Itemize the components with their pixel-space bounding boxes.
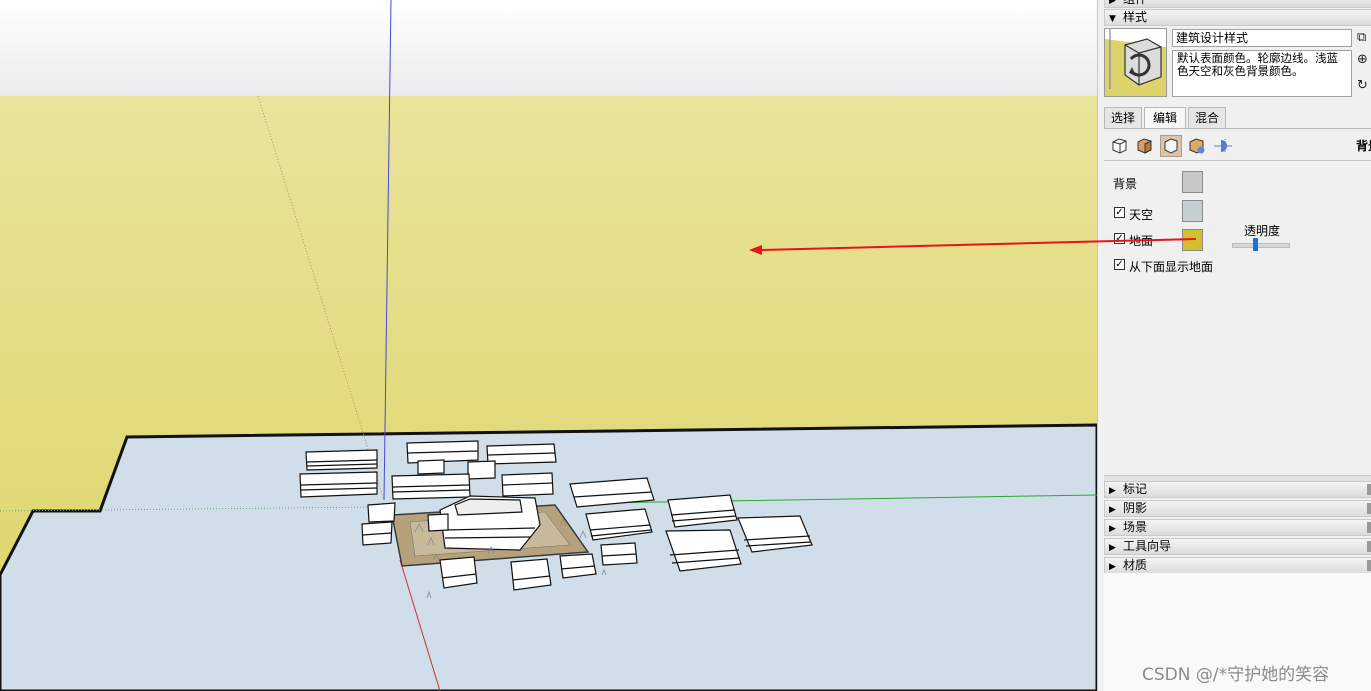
update-style-icon[interactable]: ⊕ bbox=[1357, 52, 1371, 68]
tray-label: 样式 bbox=[1123, 10, 1148, 24]
expand-triangle-icon: ▶ bbox=[1109, 505, 1116, 515]
show-ground-below-label: 从下面显示地面 bbox=[1129, 260, 1214, 274]
ground-color-swatch[interactable] bbox=[1182, 229, 1203, 251]
watermark-text: CSDN @/*守护她的笑容 bbox=[1142, 665, 1330, 685]
expand-triangle-icon: ▶ bbox=[1109, 543, 1116, 553]
tags-tray-header[interactable]: ▶ 标记 bbox=[1104, 481, 1371, 498]
edge-settings-icon[interactable] bbox=[1109, 135, 1131, 157]
shadows-tray-header[interactable]: ▶ 阴影 bbox=[1104, 500, 1371, 517]
expand-triangle-icon: ▶ bbox=[1109, 524, 1116, 534]
divider bbox=[1104, 160, 1371, 161]
edit-section-title: 背景 bbox=[1356, 139, 1371, 153]
background-settings-icon[interactable] bbox=[1160, 135, 1182, 157]
styles-tray-header[interactable]: ▼ 样式 bbox=[1104, 9, 1371, 26]
tray-label: 组件 bbox=[1123, 0, 1147, 6]
ground-checkbox[interactable]: ✓ bbox=[1114, 233, 1125, 244]
tab-mix[interactable]: 混合 bbox=[1188, 107, 1226, 128]
watermark-settings-icon[interactable] bbox=[1186, 135, 1208, 157]
model-viewport[interactable] bbox=[0, 0, 1097, 691]
show-ground-below-checkbox[interactable]: ✓ bbox=[1114, 259, 1125, 270]
opacity-slider-thumb[interactable] bbox=[1253, 238, 1258, 251]
tray-label: 阴影 bbox=[1123, 501, 1148, 515]
tab-underline bbox=[1104, 128, 1371, 129]
expand-triangle-icon: ▶ bbox=[1109, 486, 1116, 496]
sky-area bbox=[0, 0, 1097, 96]
tab-edit[interactable]: 编辑 bbox=[1144, 107, 1186, 129]
collapse-triangle-icon: ▼ bbox=[1109, 14, 1116, 24]
modeling-settings-icon[interactable] bbox=[1212, 135, 1234, 157]
default-tray-panel: ▶ 组件 ▼ 样式 建筑设计样式 默认表面颜色。轮廓边线。浅蓝色天空和灰色背景颜色。… bbox=[1097, 0, 1371, 691]
sky-label: 天空 bbox=[1129, 208, 1154, 222]
style-description-field[interactable]: 默认表面颜色。轮廓边线。浅蓝色天空和灰色背景颜色。 bbox=[1172, 50, 1352, 97]
tray-label: 工具向导 bbox=[1123, 539, 1172, 553]
opacity-slider-track[interactable] bbox=[1232, 243, 1290, 248]
components-tray-header[interactable]: ▶ 组件 bbox=[1104, 0, 1371, 8]
sky-color-swatch[interactable] bbox=[1182, 200, 1203, 222]
face-settings-icon[interactable] bbox=[1134, 135, 1156, 157]
background-color-swatch[interactable] bbox=[1182, 171, 1203, 193]
ground-label: 地面 bbox=[1129, 234, 1154, 248]
style-name-field[interactable]: 建筑设计样式 bbox=[1172, 29, 1352, 47]
tray-label: 材质 bbox=[1123, 558, 1148, 572]
opacity-label: 透明度 bbox=[1244, 224, 1281, 238]
style-preview-icon bbox=[1105, 29, 1166, 96]
scene-canvas[interactable] bbox=[0, 0, 1097, 691]
expand-triangle-icon: ▶ bbox=[1109, 0, 1116, 6]
site-base bbox=[0, 423, 1097, 691]
scenes-tray-header[interactable]: ▶ 场景 bbox=[1104, 519, 1371, 536]
create-style-icon[interactable]: ⧉ bbox=[1357, 30, 1371, 46]
materials-tray-header[interactable]: ▶ 材质 bbox=[1104, 557, 1371, 574]
tray-label: 标记 bbox=[1123, 482, 1148, 496]
style-thumbnail[interactable] bbox=[1104, 28, 1167, 97]
background-label: 背景 bbox=[1113, 177, 1138, 191]
refresh-style-icon[interactable]: ↻ bbox=[1357, 78, 1371, 94]
tab-select[interactable]: 选择 bbox=[1104, 107, 1142, 128]
tray-label: 场景 bbox=[1123, 520, 1148, 534]
sky-checkbox[interactable]: ✓ bbox=[1114, 207, 1125, 218]
instructor-tray-header[interactable]: ▶ 工具向导 bbox=[1104, 538, 1371, 555]
